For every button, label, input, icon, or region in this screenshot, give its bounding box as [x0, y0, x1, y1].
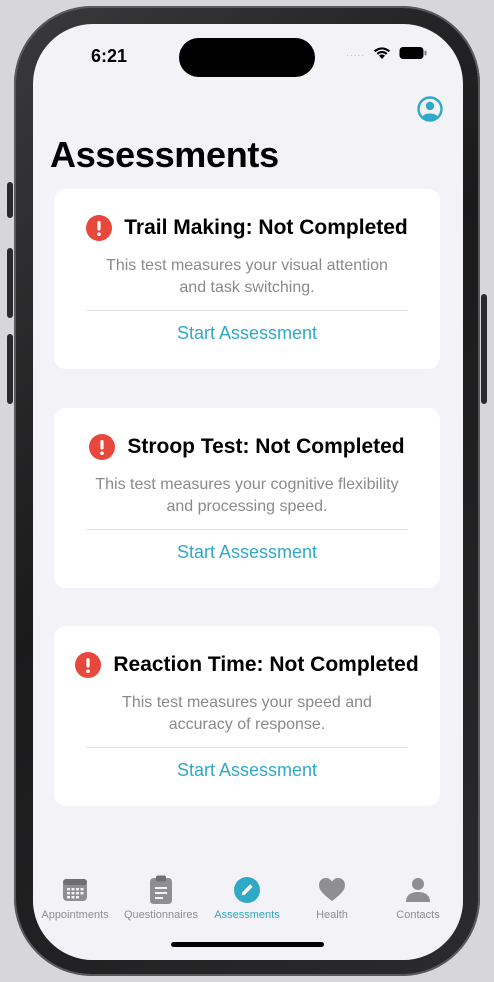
card-divider — [86, 747, 408, 748]
tab-appointments[interactable]: Appointments — [33, 869, 118, 921]
pencil-circle-icon — [234, 877, 260, 903]
volume-down-button — [7, 334, 13, 404]
assessment-card-trail-making: Trail Making: Not Completed This test me… — [54, 189, 440, 369]
card-description: This test measures your cognitive flexib… — [95, 476, 399, 515]
page-title: Assessments — [50, 134, 279, 175]
calendar-icon — [63, 879, 87, 901]
card-header: Reaction Time: Not Completed — [54, 652, 440, 678]
start-assessment-button[interactable]: Start Assessment — [54, 760, 440, 781]
volume-up-button — [7, 248, 13, 318]
person-icon — [406, 878, 430, 902]
alert-icon — [89, 434, 116, 460]
screen: 6:21 ..... Assessments Trail Making: Not… — [33, 24, 463, 960]
card-title: Stroop Test: Not Completed — [127, 435, 405, 458]
tab-assessments[interactable]: Assessments — [204, 869, 290, 921]
card-title: Trail Making: Not Completed — [124, 216, 408, 239]
tab-label: Contacts — [396, 909, 440, 921]
status-indicators: ..... — [346, 46, 427, 60]
tab-label: Assessments — [214, 909, 280, 921]
start-assessment-button[interactable]: Start Assessment — [54, 323, 440, 344]
tab-label: Health — [316, 909, 348, 921]
home-indicator[interactable] — [171, 942, 324, 947]
card-header: Trail Making: Not Completed — [54, 215, 440, 241]
assessment-card-stroop-test: Stroop Test: Not Completed This test mea… — [54, 408, 440, 588]
battery-icon — [399, 46, 427, 60]
assessment-card-reaction-time: Reaction Time: Not Completed This test m… — [54, 626, 440, 806]
alert-icon — [86, 215, 113, 241]
start-assessment-button[interactable]: Start Assessment — [54, 542, 440, 563]
clipboard-icon — [150, 875, 172, 904]
heart-icon — [319, 878, 345, 901]
tab-questionnaires[interactable]: Questionnaires — [118, 869, 204, 921]
wifi-icon — [373, 46, 391, 60]
alert-icon — [75, 652, 102, 678]
tab-health[interactable]: Health — [289, 869, 375, 921]
card-divider — [86, 310, 408, 311]
card-header: Stroop Test: Not Completed — [54, 434, 440, 460]
power-button — [481, 294, 487, 404]
card-description: This test measures your speed and accura… — [122, 694, 372, 733]
card-divider — [86, 529, 408, 530]
tab-contacts[interactable]: Contacts — [375, 869, 461, 921]
card-title: Reaction Time: Not Completed — [113, 653, 419, 676]
tab-label: Questionnaires — [124, 909, 198, 921]
profile-icon[interactable] — [416, 95, 444, 123]
tab-label: Appointments — [41, 909, 109, 921]
card-description: This test measures your visual attention… — [106, 257, 388, 296]
dynamic-island — [179, 38, 315, 77]
status-time: 6:21 — [91, 46, 128, 66]
signal-icon: ..... — [346, 47, 365, 59]
action-button — [7, 182, 13, 218]
